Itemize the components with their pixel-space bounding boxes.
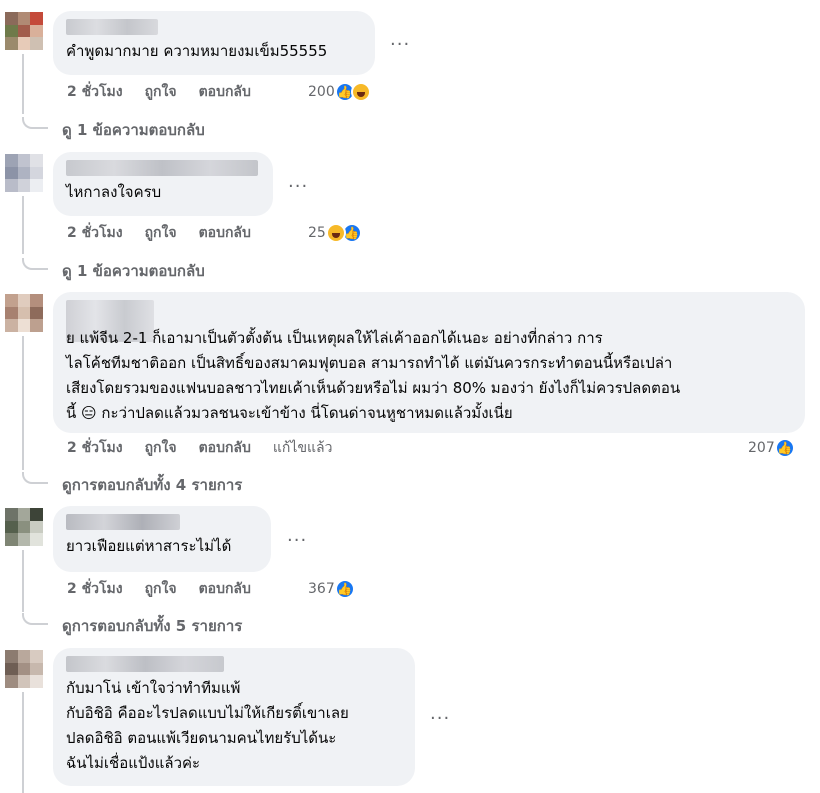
comment-text: กับมาโน่ เข้าใจว่าทำทีมแพ้ กับอิชิอิ คือ… [66,679,349,772]
haha-icon [350,82,371,102]
thread-line [22,196,24,254]
reaction-count: 207 [748,440,775,456]
comment-actions: 2 ชั่วโมง ถูกใจ ตอบกลับ [67,82,273,102]
more-options-icon[interactable]: ··· [390,36,410,54]
edited-label: แก้ไขแล้ว [272,440,333,456]
avatar[interactable] [5,508,43,546]
author-name[interactable] [66,19,158,35]
like-icon: 👍 [334,579,355,599]
thread-line [22,692,24,793]
like-button[interactable]: ถูกใจ [145,437,177,459]
comment-text: คำพูดมากมาย ความหมายงมเข็ม55555 [66,42,328,60]
thread-elbow [22,258,48,270]
haha-icon [325,223,346,243]
thread-elbow [22,472,48,484]
comment-text: ยาวเฟือยแต่หาสาระไม่ได้ [66,537,232,555]
thread-elbow [22,613,48,625]
timestamp[interactable]: 2 ชั่วโมง [67,437,123,459]
comment-text: ไหกาลงใจครบ [66,183,162,201]
like-icon: 👍 [774,438,795,458]
comment-bubble: กับมาโน่ เข้าใจว่าทำทีมแพ้ กับอิชิอิ คือ… [53,648,415,786]
comment-bubble: คำพูดมากมาย ความหมายงมเข็ม55555 [53,11,375,75]
author-name[interactable] [66,514,180,530]
view-replies-link[interactable]: ดูการตอบกลับทั้ง 4 รายการ [62,473,242,497]
view-replies-link[interactable]: ดู 1 ข้อความตอบกลับ [62,259,205,283]
comment-actions: 2 ชั่วโมง ถูกใจ ตอบกลับ [67,223,273,243]
comment-text: ย แพ้จีน 2-1 ก็เอามาเป็นตัวตั้งต้น เป็นเ… [66,329,681,422]
thread-line [22,54,24,114]
view-replies-link[interactable]: ดู 1 ข้อความตอบกลับ [62,118,205,142]
reaction-summary[interactable]: 207 👍 [748,436,795,460]
more-options-icon[interactable]: ··· [287,532,307,550]
reaction-summary[interactable]: 367 👍 [308,577,355,601]
reply-button[interactable]: ตอบกลับ [199,578,251,600]
avatar[interactable] [5,154,43,192]
avatar[interactable] [5,12,43,50]
reaction-summary[interactable]: 200 👍 [308,80,371,104]
more-options-icon[interactable]: ··· [430,710,450,728]
comment-bubble: ย แพ้จีน 2-1 ก็เอามาเป็นตัวตั้งต้น เป็นเ… [53,292,805,433]
reaction-summary[interactable]: 25 👍 [308,221,362,245]
author-name[interactable] [66,656,224,672]
like-button[interactable]: ถูกใจ [145,578,177,600]
timestamp[interactable]: 2 ชั่วโมง [67,81,123,103]
author-name[interactable] [66,160,258,176]
timestamp[interactable]: 2 ชั่วโมง [67,578,123,600]
thread-elbow [22,117,48,129]
reply-button[interactable]: ตอบกลับ [199,81,251,103]
thread-line [22,550,24,612]
avatar[interactable] [5,294,43,332]
timestamp[interactable]: 2 ชั่วโมง [67,222,123,244]
comment-actions: 2 ชั่วโมง ถูกใจ ตอบกลับ แก้ไขแล้ว [67,438,354,458]
like-button[interactable]: ถูกใจ [145,81,177,103]
comment-bubble: ยาวเฟือยแต่หาสาระไม่ได้ [53,506,271,572]
reply-button[interactable]: ตอบกลับ [199,437,251,459]
comment-bubble: ไหกาลงใจครบ [53,152,273,216]
view-replies-link[interactable]: ดูการตอบกลับทั้ง 5 รายการ [62,614,242,638]
avatar[interactable] [5,650,43,688]
reply-button[interactable]: ตอบกลับ [199,222,251,244]
thread-line [22,336,24,470]
more-options-icon[interactable]: ··· [288,178,308,196]
reaction-count: 200 [308,84,335,100]
reaction-count: 25 [308,225,326,241]
comment-actions: 2 ชั่วโมง ถูกใจ ตอบกลับ [67,579,273,599]
reaction-count: 367 [308,581,335,597]
like-button[interactable]: ถูกใจ [145,222,177,244]
